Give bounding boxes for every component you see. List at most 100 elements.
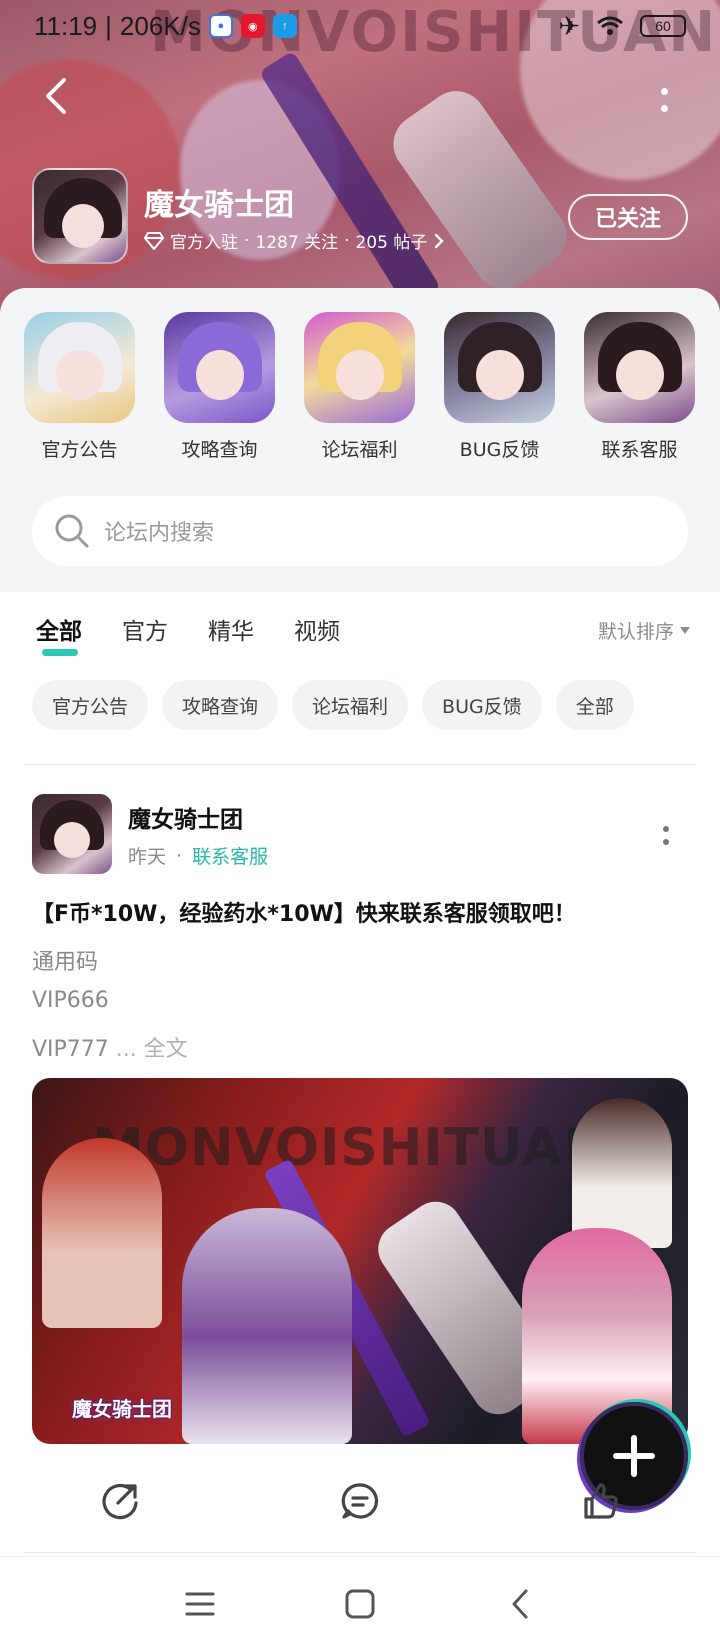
chevron-right-icon (435, 233, 445, 248)
post-time: 昨天 (128, 846, 167, 868)
comment-icon (341, 1483, 379, 1519)
status-separator: | (105, 10, 112, 41)
dot (660, 88, 668, 95)
search-icon (55, 514, 89, 548)
chip-announcement[interactable]: 官方公告 (32, 680, 149, 730)
post-body-line-last: VIP777 ... 全文 (32, 1031, 188, 1063)
shortcut-row: 官方公告 攻略查询 论坛福利 BUG反馈 联系客服 (24, 312, 720, 462)
tab-video[interactable]: 视频 (294, 612, 340, 652)
post-meta: 昨天 · 联系客服 (128, 842, 268, 869)
thumbs-up-icon (584, 1483, 618, 1519)
dot (660, 105, 668, 112)
share-icon (102, 1483, 138, 1520)
forum-avatar[interactable] (32, 168, 128, 264)
battery-icon: 60 (640, 15, 686, 37)
meta-separator: · (244, 230, 250, 251)
sort-label: 默认排序 (597, 621, 674, 643)
chip-bug-feedback[interactable]: BUG反馈 (422, 680, 542, 730)
official-badge-text: 官方入驻 (170, 233, 238, 253)
post-body-text: VIP777 (32, 1037, 109, 1062)
welfare-thumb (304, 312, 415, 423)
comment-button[interactable] (240, 1466, 480, 1536)
status-time: 11:19 (34, 10, 98, 41)
home-square-icon (345, 1589, 375, 1618)
forum-meta[interactable]: 官方入驻 · 1287 关注 · 205 帖子 (144, 228, 445, 253)
post-author-name[interactable]: 魔女骑士团 (128, 800, 243, 834)
chip-welfare[interactable]: 论坛福利 (292, 680, 409, 730)
divider (24, 764, 696, 765)
post-body-line: VIP666 (32, 988, 109, 1013)
chevron-left-icon (512, 1589, 528, 1618)
caret-down-icon (680, 627, 690, 634)
dot (663, 838, 669, 845)
wifi-icon (597, 16, 623, 35)
post-image-watermark: MONVOISHITUAN (92, 1118, 608, 1178)
shortcut-announcement[interactable]: 官方公告 (24, 312, 135, 462)
post-category-tag[interactable]: 联系客服 (192, 842, 268, 869)
forum-search-bar[interactable]: 论坛内搜索 (32, 496, 688, 566)
home-button[interactable] (330, 1574, 390, 1634)
system-navigation-bar (0, 1556, 720, 1650)
search-placeholder: 论坛内搜索 (104, 521, 215, 546)
avatar-face (54, 822, 90, 858)
back-button[interactable] (36, 76, 76, 116)
guide-thumb (164, 312, 275, 423)
announcement-thumb (24, 312, 135, 423)
post-author-avatar[interactable] (32, 794, 112, 874)
post-image[interactable]: MONVOISHITUAN 魔女骑士团 (32, 1078, 688, 1444)
upload-icon: ↑ (272, 14, 297, 38)
shortcut-label: 官方公告 (41, 439, 118, 461)
system-back-button[interactable] (490, 1574, 550, 1634)
follow-button[interactable]: 已关注 (568, 194, 688, 240)
like-button[interactable] (480, 1466, 720, 1536)
airplane-mode-icon: ✈ (558, 10, 580, 41)
shortcut-label: 攻略查询 (181, 439, 258, 461)
avatar-face (62, 204, 104, 248)
status-network-speed: 206K/s (119, 10, 201, 41)
weibo-icon: ◉ (240, 14, 265, 38)
battery-level: 60 (655, 18, 671, 34)
read-full-link[interactable]: 全文 (144, 1037, 188, 1062)
forum-header: MONVOISHITUAN 11:19 | 206K/s ● ◉ ↑ ✈ 60 (0, 0, 720, 320)
forum-name: 魔女骑士团 (144, 188, 294, 223)
shortcut-label: 论坛福利 (321, 439, 398, 461)
shortcut-welfare[interactable]: 论坛福利 (304, 312, 415, 462)
meta-separator: · (176, 844, 183, 867)
followers-count: 1287 关注 (255, 233, 339, 253)
post-more-button[interactable] (656, 820, 676, 850)
shortcut-bug-feedback[interactable]: BUG反馈 (444, 312, 555, 462)
thumb-face (476, 350, 524, 400)
bug-feedback-thumb (444, 312, 555, 423)
game-logo: 魔女骑士团 (72, 1397, 172, 1421)
share-button[interactable] (0, 1466, 240, 1536)
chip-guide[interactable]: 攻略查询 (162, 680, 279, 730)
post-image-art (182, 1208, 352, 1444)
post-image-art (42, 1138, 162, 1328)
chip-all[interactable]: 全部 (555, 680, 634, 730)
sort-dropdown[interactable]: 默认排序 (598, 617, 690, 644)
shortcut-label: BUG反馈 (459, 439, 540, 461)
post-image-art (572, 1098, 672, 1248)
more-options-button[interactable] (652, 80, 676, 120)
shortcut-customer-service[interactable]: 联系客服 (584, 312, 695, 462)
meta-separator: · (344, 230, 350, 251)
post-ellipsis: ... (108, 1037, 144, 1062)
status-bar: 11:19 | 206K/s ● ◉ ↑ ✈ 60 (0, 0, 720, 52)
post-action-bar (0, 1466, 720, 1536)
dot (663, 825, 669, 832)
shortcut-label: 联系客服 (601, 439, 678, 461)
chevron-left-icon (46, 78, 66, 114)
diamond-icon (144, 231, 164, 250)
recent-apps-button[interactable] (170, 1574, 230, 1634)
tab-all[interactable]: 全部 (36, 612, 82, 656)
category-chips: 官方公告 攻略查询 论坛福利 BUG反馈 全部 (32, 680, 634, 730)
divider (24, 1552, 696, 1553)
shortcut-guide[interactable]: 攻略查询 (164, 312, 275, 462)
tab-featured[interactable]: 精华 (208, 612, 254, 652)
tab-official[interactable]: 官方 (122, 612, 168, 652)
thumb-face (196, 350, 244, 400)
thumb-face (56, 350, 104, 400)
post-title[interactable]: 【F币*10W，经验药水*10W】快来联系客服领取吧！ (32, 896, 576, 928)
app-notification-icon: ● (208, 14, 233, 38)
menu-icon (185, 1592, 215, 1615)
